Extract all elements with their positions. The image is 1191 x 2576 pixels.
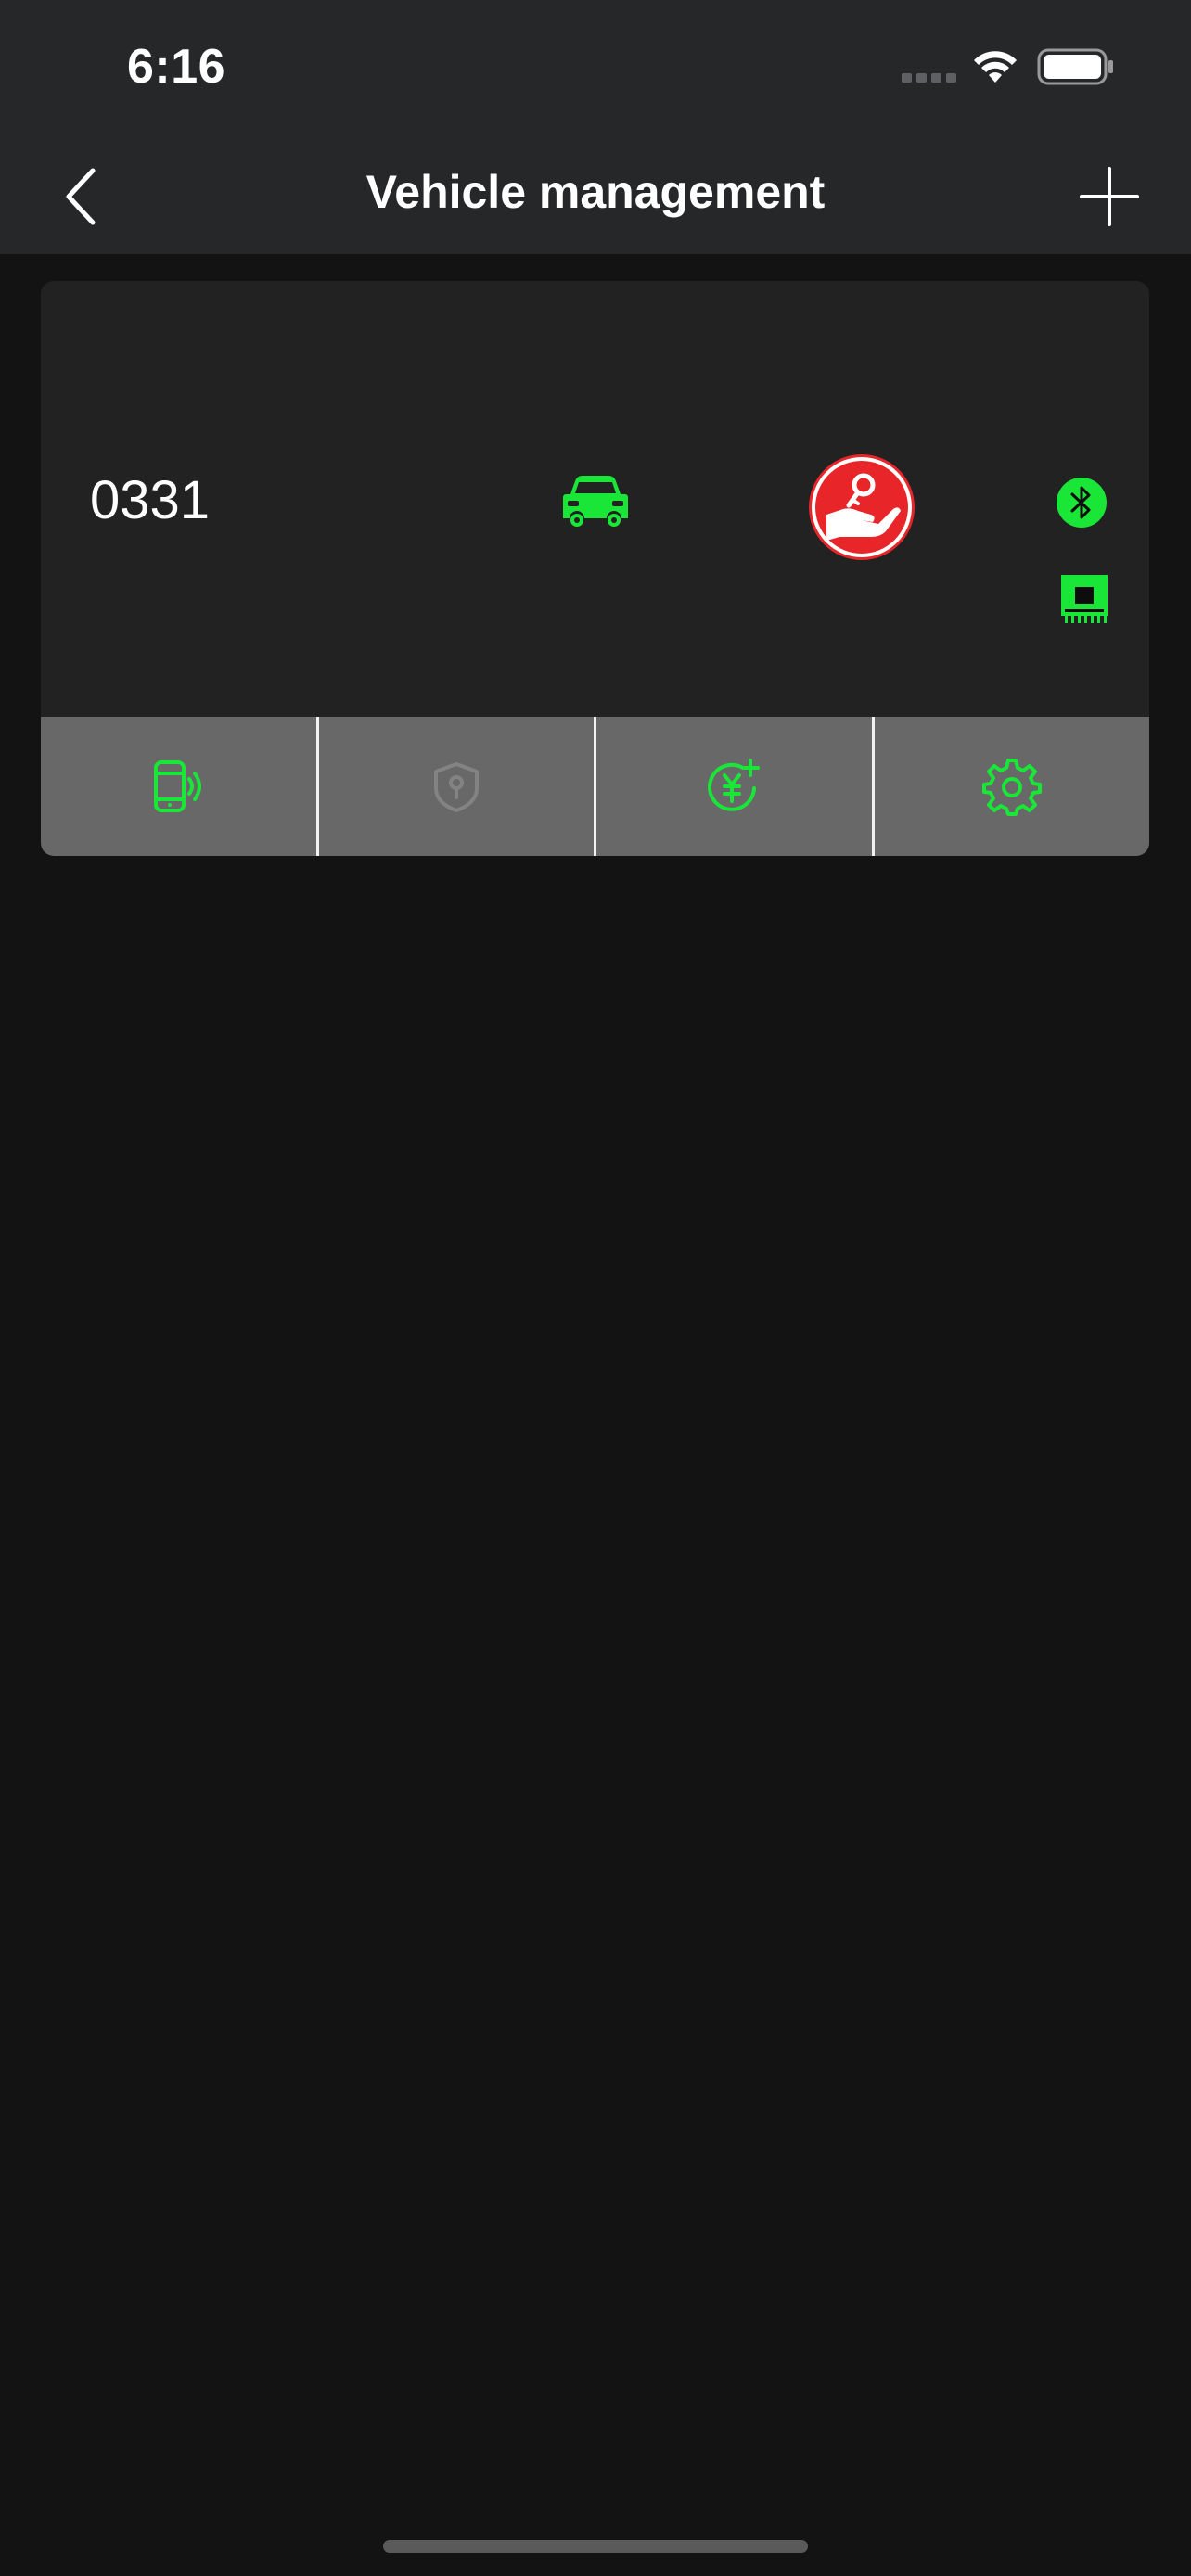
add-vehicle-button[interactable] — [1072, 159, 1146, 234]
car-icon — [563, 476, 628, 527]
phone-key-icon — [154, 760, 202, 812]
key-in-hand-icon — [809, 454, 915, 560]
vehicle-name: 0331 — [90, 470, 211, 530]
phone-key-button[interactable] — [41, 717, 316, 856]
vehicle-card[interactable]: 0331 — [41, 281, 1149, 856]
vehicle-settings-button[interactable] — [871, 717, 1150, 856]
chip-module-icon — [1061, 575, 1108, 623]
gear-icon — [981, 759, 1042, 816]
home-indicator[interactable] — [383, 2540, 808, 2553]
page-title: Vehicle management — [365, 166, 826, 218]
battery-icon — [1037, 48, 1113, 85]
bluetooth-icon — [1057, 478, 1107, 528]
security-key-button[interactable] — [315, 717, 595, 856]
shield-key-icon — [433, 762, 479, 812]
vehicle-action-bar — [41, 717, 1149, 856]
status-bar: 6:16 — [0, 0, 1191, 139]
plus-icon — [1080, 167, 1139, 226]
status-icons — [857, 0, 1191, 139]
cellular-signal-icon — [902, 73, 956, 83]
yuan-recharge-icon — [708, 759, 761, 811]
key-status-button[interactable] — [806, 452, 917, 563]
nav-bar: Vehicle management — [0, 139, 1191, 254]
vehicle-card-body[interactable]: 0331 — [41, 281, 1149, 717]
wifi-icon — [974, 51, 1017, 83]
status-time: 6:16 — [127, 40, 226, 94]
recharge-button[interactable] — [594, 717, 872, 856]
